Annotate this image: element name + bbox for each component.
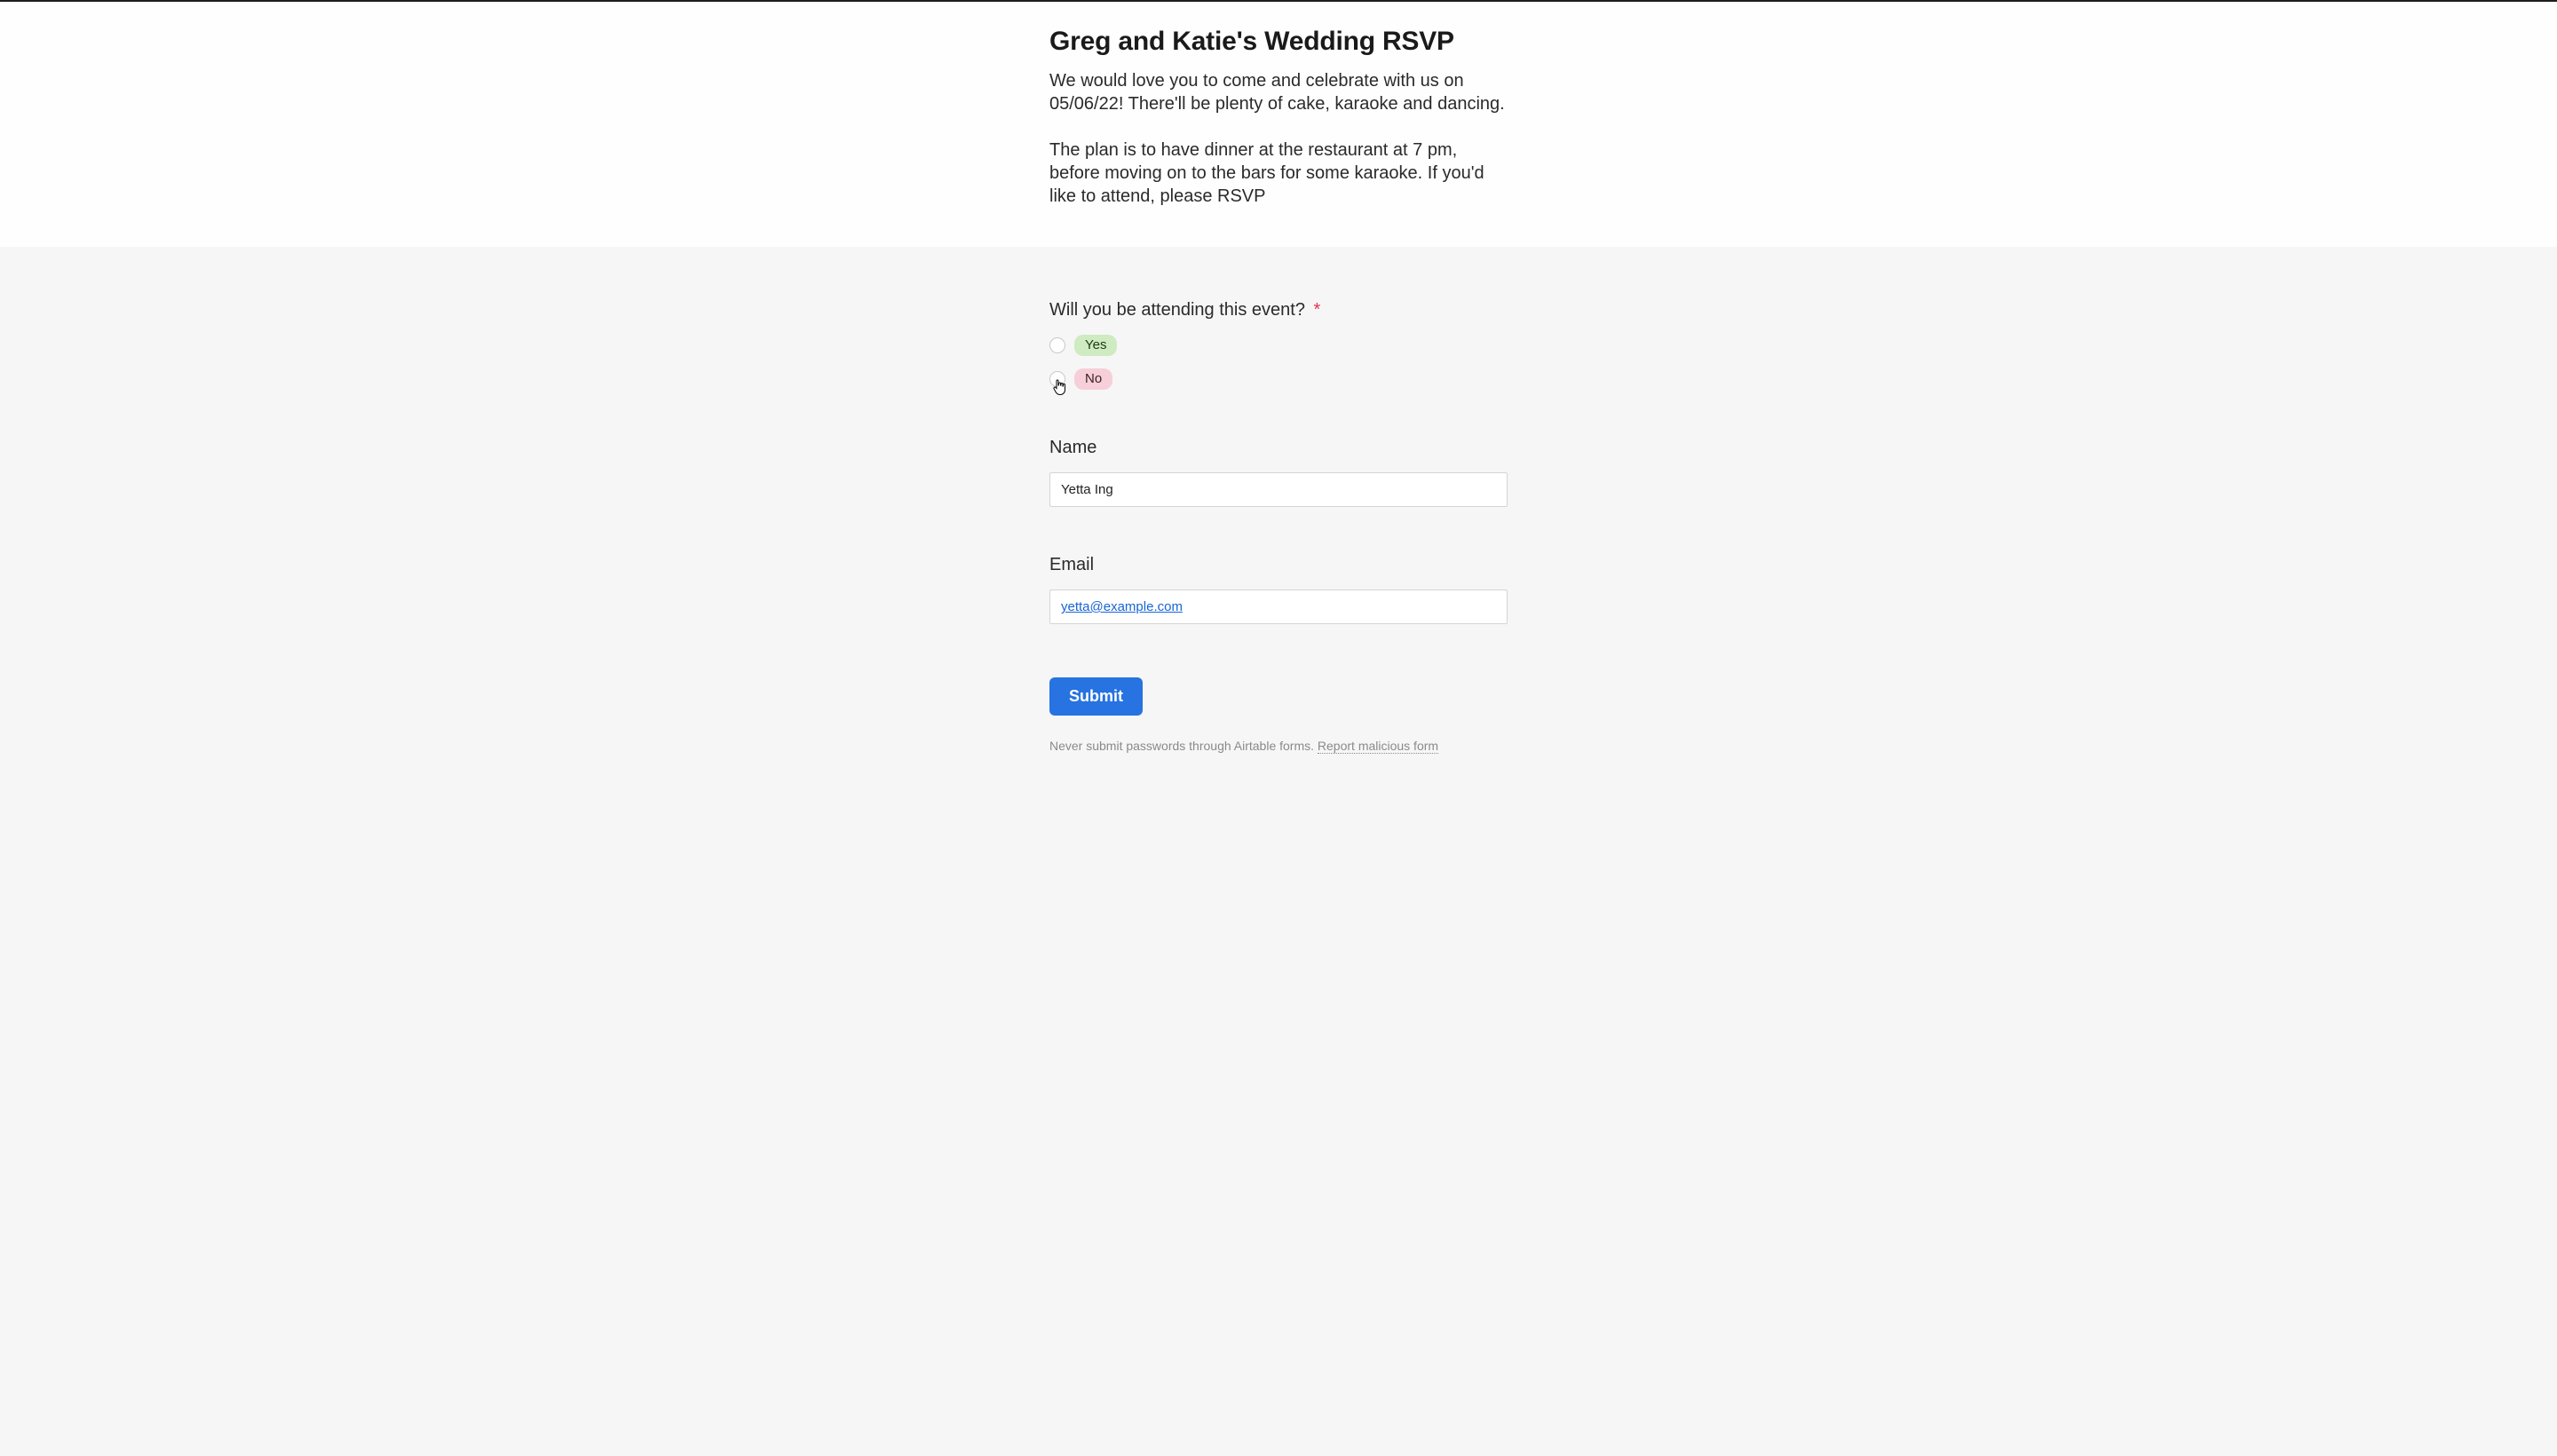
- attending-option-yes-label: Yes: [1074, 335, 1117, 356]
- email-input[interactable]: [1049, 590, 1508, 624]
- required-star-icon: *: [1314, 300, 1321, 320]
- attending-radio-group: Yes No: [1049, 335, 1508, 390]
- form-title: Greg and Katie's Wedding RSVP: [1049, 27, 1508, 57]
- name-field: Name: [1049, 438, 1508, 507]
- attending-label: Will you be attending this event?: [1049, 300, 1305, 320]
- attending-field: Will you be attending this event? * Yes …: [1049, 300, 1508, 390]
- attending-label-row: Will you be attending this event? *: [1049, 300, 1508, 320]
- email-label: Email: [1049, 555, 1508, 575]
- email-field: Email: [1049, 555, 1508, 624]
- report-malicious-link[interactable]: Report malicious form: [1318, 739, 1438, 754]
- footer-warning-text: Never submit passwords through Airtable …: [1049, 739, 1314, 753]
- form-header: Greg and Katie's Wedding RSVP We would l…: [0, 2, 2557, 247]
- attending-option-no[interactable]: No: [1049, 368, 1508, 390]
- form-body: Will you be attending this event? * Yes …: [0, 247, 2557, 788]
- form-description: We would love you to come and celebrate …: [1049, 69, 1508, 208]
- attending-option-no-label: No: [1074, 368, 1112, 390]
- name-label: Name: [1049, 438, 1508, 458]
- footer-note: Never submit passwords through Airtable …: [1049, 739, 1508, 753]
- name-input[interactable]: [1049, 472, 1508, 507]
- radio-icon: [1049, 371, 1065, 387]
- attending-option-yes[interactable]: Yes: [1049, 335, 1508, 356]
- submit-button[interactable]: Submit: [1049, 677, 1143, 716]
- radio-icon: [1049, 337, 1065, 353]
